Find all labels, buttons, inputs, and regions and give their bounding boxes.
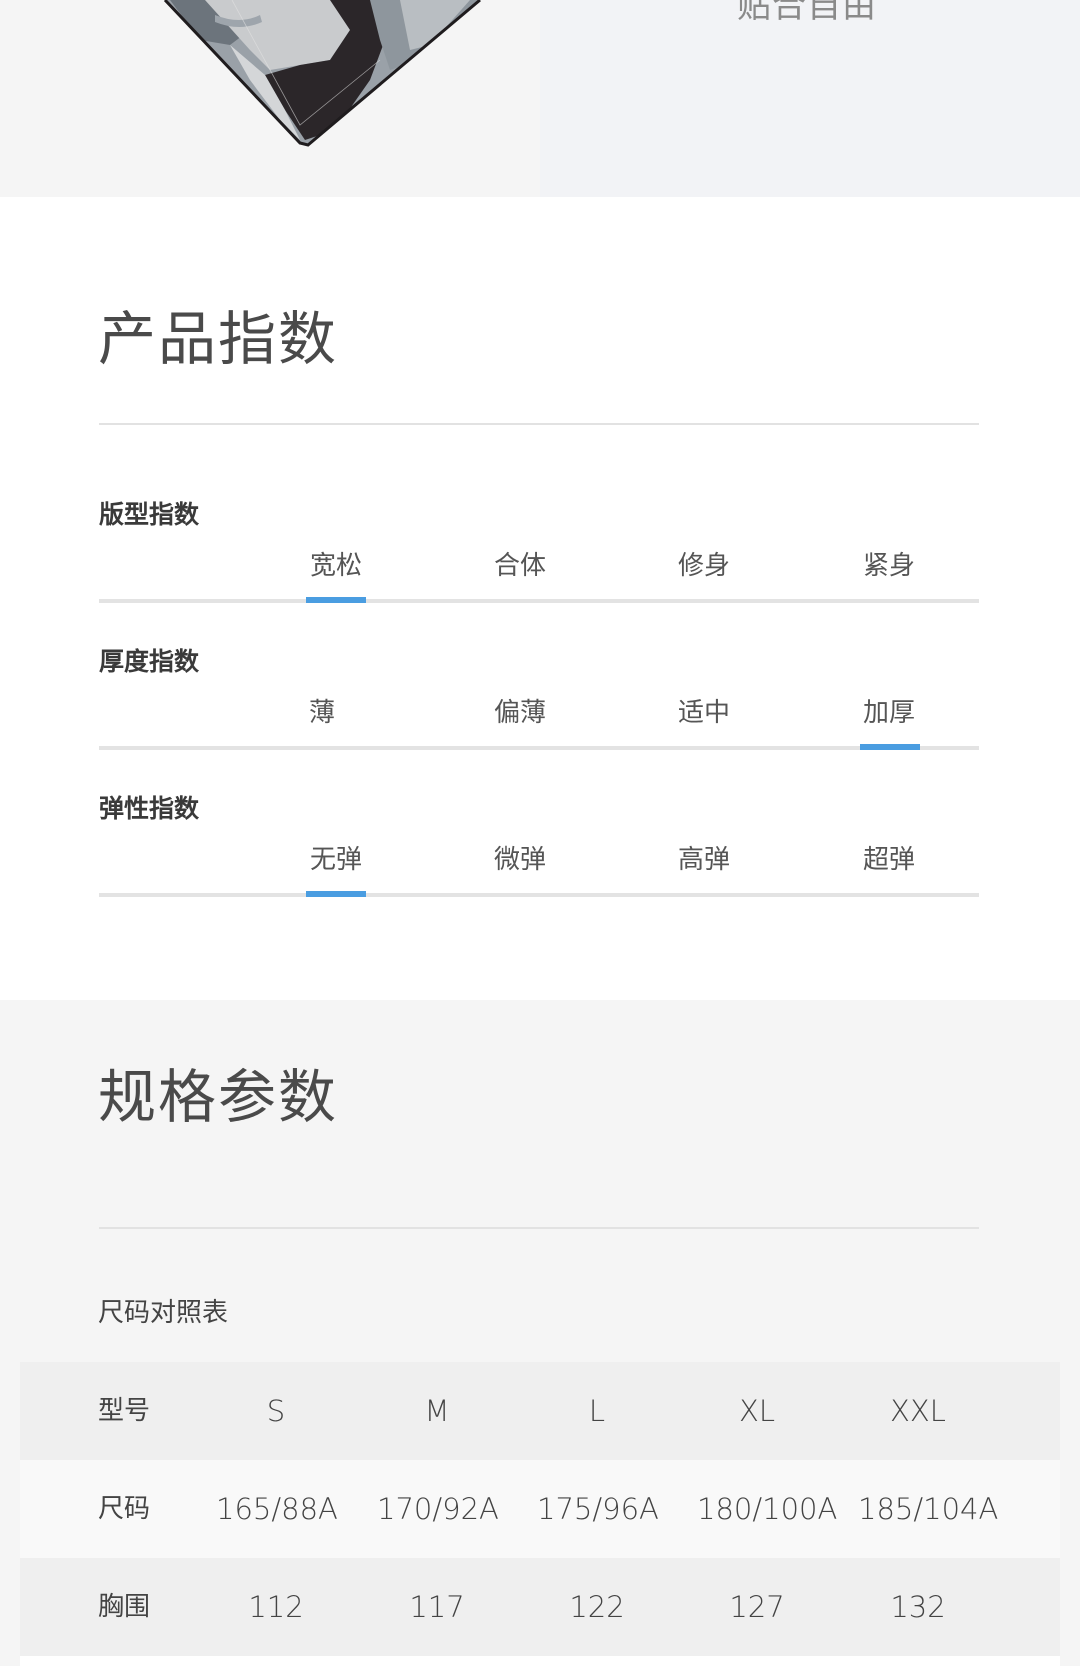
- metric-option-label: 高弹: [677, 845, 730, 875]
- product-index-title: 产品指数: [98, 305, 339, 373]
- selected-marker: [860, 744, 920, 750]
- metric-label: 厚度指数: [99, 647, 200, 676]
- specs-title: 规格参数: [98, 1063, 339, 1131]
- table-cell: 170/92A: [377, 1492, 499, 1526]
- table-row: 尺码 165/88A 170/92A 175/96A 180/100A 185/…: [20, 1460, 1060, 1558]
- selected-marker: [306, 891, 366, 897]
- hero-banner: 贴合自由: [0, 0, 1080, 197]
- section-divider: [99, 423, 979, 425]
- table-row-label: 胸围: [98, 1592, 151, 1622]
- elasticity-index: 弹性指数 无弹 微弹 高弹 超弹: [99, 789, 979, 929]
- metric-track: [99, 599, 979, 603]
- metric-option: 超弹: [859, 839, 919, 876]
- table-cell: 122: [569, 1590, 625, 1624]
- section-divider: [99, 1227, 979, 1229]
- thickness-index: 厚度指数 薄 偏薄 适中 加厚: [99, 642, 979, 782]
- table-cell: 185/104A: [858, 1492, 999, 1526]
- metric-option-label: 加厚: [862, 698, 915, 728]
- table-row-label: 尺码: [98, 1494, 151, 1524]
- metric-track: [99, 746, 979, 750]
- metric-option-label: 宽松: [309, 551, 362, 581]
- size-chart-table: 型号 S M L XL XXL 尺码 165/88A 170/92A 175/9…: [20, 1362, 1060, 1676]
- table-cell: 165/88A: [216, 1492, 338, 1526]
- table-row: [20, 1656, 1060, 1676]
- table-cell: 117: [409, 1590, 465, 1624]
- table-cell: 112: [248, 1590, 304, 1624]
- metric-option-label: 合体: [493, 551, 546, 581]
- product-image: [163, 0, 481, 147]
- metric-option: 微弹: [490, 839, 550, 876]
- metric-option: 高弹: [674, 839, 734, 876]
- table-header-cell: XL: [738, 1394, 776, 1428]
- metric-option: 加厚: [859, 692, 919, 729]
- table-cell: 175/96A: [537, 1492, 659, 1526]
- metric-label: 版型指数: [99, 500, 200, 529]
- size-chart-caption: 尺码对照表: [98, 1298, 229, 1328]
- fit-index: 版型指数 宽松 合体 修身 紧身: [99, 495, 979, 635]
- metric-option-label: 偏薄: [493, 698, 546, 728]
- table-cell: 180/100A: [697, 1492, 838, 1526]
- table-header-cell: 型号: [98, 1396, 151, 1426]
- metric-option-label: 薄: [308, 698, 335, 728]
- metric-option-label: 适中: [677, 698, 730, 728]
- table-cell: 127: [729, 1590, 785, 1624]
- table-row: 胸围 112 117 122 127 132: [20, 1558, 1060, 1656]
- hero-caption: 贴合自由: [737, 0, 877, 26]
- specs-section: 规格参数 尺码对照表 型号 S M L XL XXL 尺码 165/88A 17…: [0, 1000, 1080, 1676]
- table-header-cell: XXL: [890, 1394, 946, 1428]
- table-header-cell: L: [588, 1394, 606, 1428]
- metric-option: 修身: [674, 545, 734, 582]
- metric-option: 宽松: [306, 545, 366, 582]
- metric-track: [99, 893, 979, 897]
- metric-option: 适中: [674, 692, 734, 729]
- metric-option: 偏薄: [490, 692, 550, 729]
- metric-option: 合体: [490, 545, 550, 582]
- table-cell: 132: [890, 1590, 946, 1624]
- metric-option-label: 修身: [677, 551, 730, 581]
- table-header-cell: M: [424, 1394, 450, 1428]
- selected-marker: [306, 597, 366, 603]
- metric-option-label: 超弹: [862, 845, 915, 875]
- metric-label: 弹性指数: [99, 794, 200, 823]
- table-header-cell: S: [266, 1394, 286, 1428]
- metric-option: 紧身: [859, 545, 919, 582]
- metric-option: 无弹: [306, 839, 366, 876]
- hero-text-panel: 贴合自由: [540, 0, 1080, 197]
- metric-option-label: 无弹: [309, 845, 362, 875]
- metric-option-label: 微弹: [493, 845, 546, 875]
- metric-option-label: 紧身: [862, 551, 915, 581]
- hero-image-panel: [0, 0, 540, 197]
- metric-option: 薄: [292, 692, 352, 729]
- table-header-row: 型号 S M L XL XXL: [20, 1362, 1060, 1460]
- product-index-section: 产品指数 版型指数 宽松 合体 修身 紧身 厚度指数 薄 偏薄 适中 加厚 弹性…: [0, 197, 1080, 1000]
